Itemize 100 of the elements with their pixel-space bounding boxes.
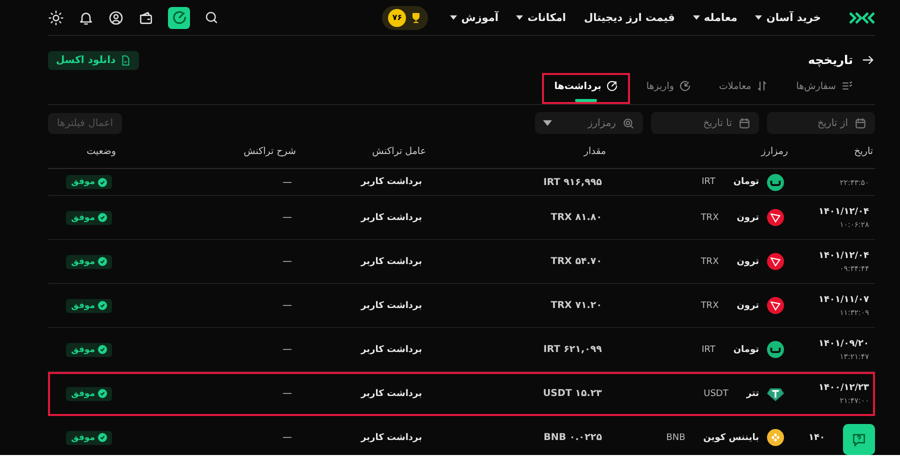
amount-cell-text: BNB ۰.۰۲۲۵ [542, 432, 602, 443]
toman-coin-icon [767, 341, 784, 358]
page-title: تاریخچه [808, 53, 853, 67]
nav-menu-item[interactable]: امکانات [516, 12, 566, 24]
date-input[interactable]: تا تاریخ [659, 118, 732, 128]
tab[interactable]: معاملات [706, 73, 780, 104]
question-chat-icon [851, 432, 867, 448]
coin-name: بایننس کوین [703, 432, 759, 442]
agent-cell-text: برداشت کاربر [360, 256, 422, 266]
toman-coin-icon [767, 174, 784, 190]
description-cell-text: — [282, 256, 292, 267]
search-icon [204, 10, 219, 25]
amount-cell-text: TRX ۸۱.۸۰ [550, 212, 602, 223]
nav-menu-item[interactable]: خرید آسان [755, 12, 821, 24]
nav-menu-item[interactable]: معامله [692, 12, 738, 24]
status-badge: موفق [66, 342, 112, 356]
coin-name: ترون [736, 256, 759, 266]
column-header: شرح تراکنش [242, 146, 296, 156]
tron-coin-icon [767, 297, 784, 314]
agent-cell-text: برداشت کاربر [360, 388, 422, 398]
bnb-coin-icon [767, 429, 784, 446]
coin-name: تومان [733, 177, 759, 187]
date-text: ۱۴۰۱/۱۲/۰۴ [817, 250, 869, 260]
back-arrow-icon [861, 53, 875, 67]
tron-coin-icon [767, 253, 784, 270]
bell-icon [78, 10, 94, 26]
check-circle-icon [98, 178, 107, 186]
check-circle-icon [98, 433, 107, 442]
column-header: وضعیت [86, 146, 116, 156]
date-text: ۱۴۰۱/۱۲/۰۴ [817, 206, 869, 216]
amount-cell-text: IRT ۶۲۱,۰۹۹ [542, 344, 602, 355]
history-button[interactable] [168, 6, 190, 28]
coin-select[interactable]: رمزارز [535, 112, 643, 134]
amount-cell-text: USDT ۱۵.۲۳ [542, 388, 602, 399]
tab[interactable]: سفارش‌ها [784, 73, 865, 104]
date-text: ۱۴۰۱/۰۹/۲۰ [817, 338, 869, 348]
trophy-icon [410, 12, 422, 24]
agent-cell-text: برداشت کاربر [360, 300, 422, 310]
search-coin-icon [622, 116, 635, 130]
column-header: تاریخ [853, 146, 873, 156]
wallet-icon [138, 10, 154, 26]
help-chat-button[interactable] [843, 424, 875, 455]
description-cell-text: — [282, 344, 292, 355]
coin-input[interactable]: رمزارز [558, 118, 616, 128]
calendar-icon [854, 116, 867, 130]
description-cell-text: — [282, 176, 292, 188]
agent-cell-text: برداشت کاربر [360, 177, 422, 187]
date-text: ۱۴۰۰/۱۲/۲۳ [817, 382, 869, 392]
check-circle-icon [98, 301, 107, 310]
deposit-icon [678, 80, 691, 92]
check-circle-icon [98, 345, 107, 354]
clock-arrow-icon [172, 10, 186, 25]
column-header: رمزارز [760, 146, 788, 156]
nav-menu-item[interactable]: آموزش [450, 12, 498, 24]
status-badge: موفق [66, 254, 112, 268]
status-badge: موفق [66, 210, 112, 224]
level-badge[interactable]: ۷۶ [382, 6, 428, 30]
description-cell-text: — [282, 300, 292, 311]
amount-cell-text: IRT ۹۱۶,۹۹۵ [542, 176, 602, 188]
date-field[interactable]: تا تاریخ [651, 112, 759, 134]
description-cell-text: — [282, 212, 292, 223]
user-icon [108, 10, 124, 26]
check-circle-icon [98, 389, 107, 398]
caret-icon [543, 120, 552, 126]
coin-symbol: TRX [700, 256, 719, 266]
calendar-icon [738, 116, 751, 130]
coin-symbol: TRX [700, 212, 719, 222]
tab[interactable]: برداشت‌ها [542, 73, 630, 104]
nav-menu-item[interactable]: قیمت ارز دیجیتال [584, 12, 675, 24]
check-circle-icon [98, 257, 107, 266]
level-count: ۷۶ [388, 8, 406, 26]
date-field[interactable]: از تاریخ [767, 112, 875, 134]
column-header: مقدار [582, 146, 606, 156]
description-cell-text: — [282, 388, 292, 399]
sort-arrows-icon [756, 80, 768, 92]
agent-cell-text: برداشت کاربر [360, 432, 422, 442]
column-header: عامل تراکنش [371, 146, 426, 156]
date-input[interactable]: از تاریخ [775, 118, 848, 128]
coin-symbol: TRX [700, 300, 719, 310]
agent-cell-text: برداشت کاربر [360, 212, 422, 222]
tab[interactable]: واریزها [634, 73, 703, 104]
description-cell-text: — [282, 432, 292, 443]
amount-cell-text: TRX ۵۴.۷۰ [550, 256, 602, 267]
check-circle-icon [98, 213, 107, 222]
date-text: ۱۴۰ [808, 432, 825, 442]
coin-name: ترون [736, 212, 759, 222]
date-text: ۱۴۰۱/۱۱/۰۷ [817, 294, 869, 304]
sun-icon [48, 10, 64, 26]
agent-cell-text: برداشت کاربر [360, 344, 422, 354]
coin-name: ترون [736, 300, 759, 310]
status-badge: موفق [66, 175, 112, 189]
coin-name: تومان [733, 344, 759, 354]
list-icon [841, 80, 853, 92]
tron-coin-icon [767, 209, 784, 226]
coin-symbol: IRT [702, 177, 716, 187]
status-badge: موفق [66, 386, 112, 400]
download-excel-button[interactable]: دانلود اکسل [48, 50, 139, 70]
withdraw-icon [606, 80, 618, 92]
coin-name: تتر [746, 388, 759, 398]
logo-icon[interactable] [849, 12, 875, 24]
